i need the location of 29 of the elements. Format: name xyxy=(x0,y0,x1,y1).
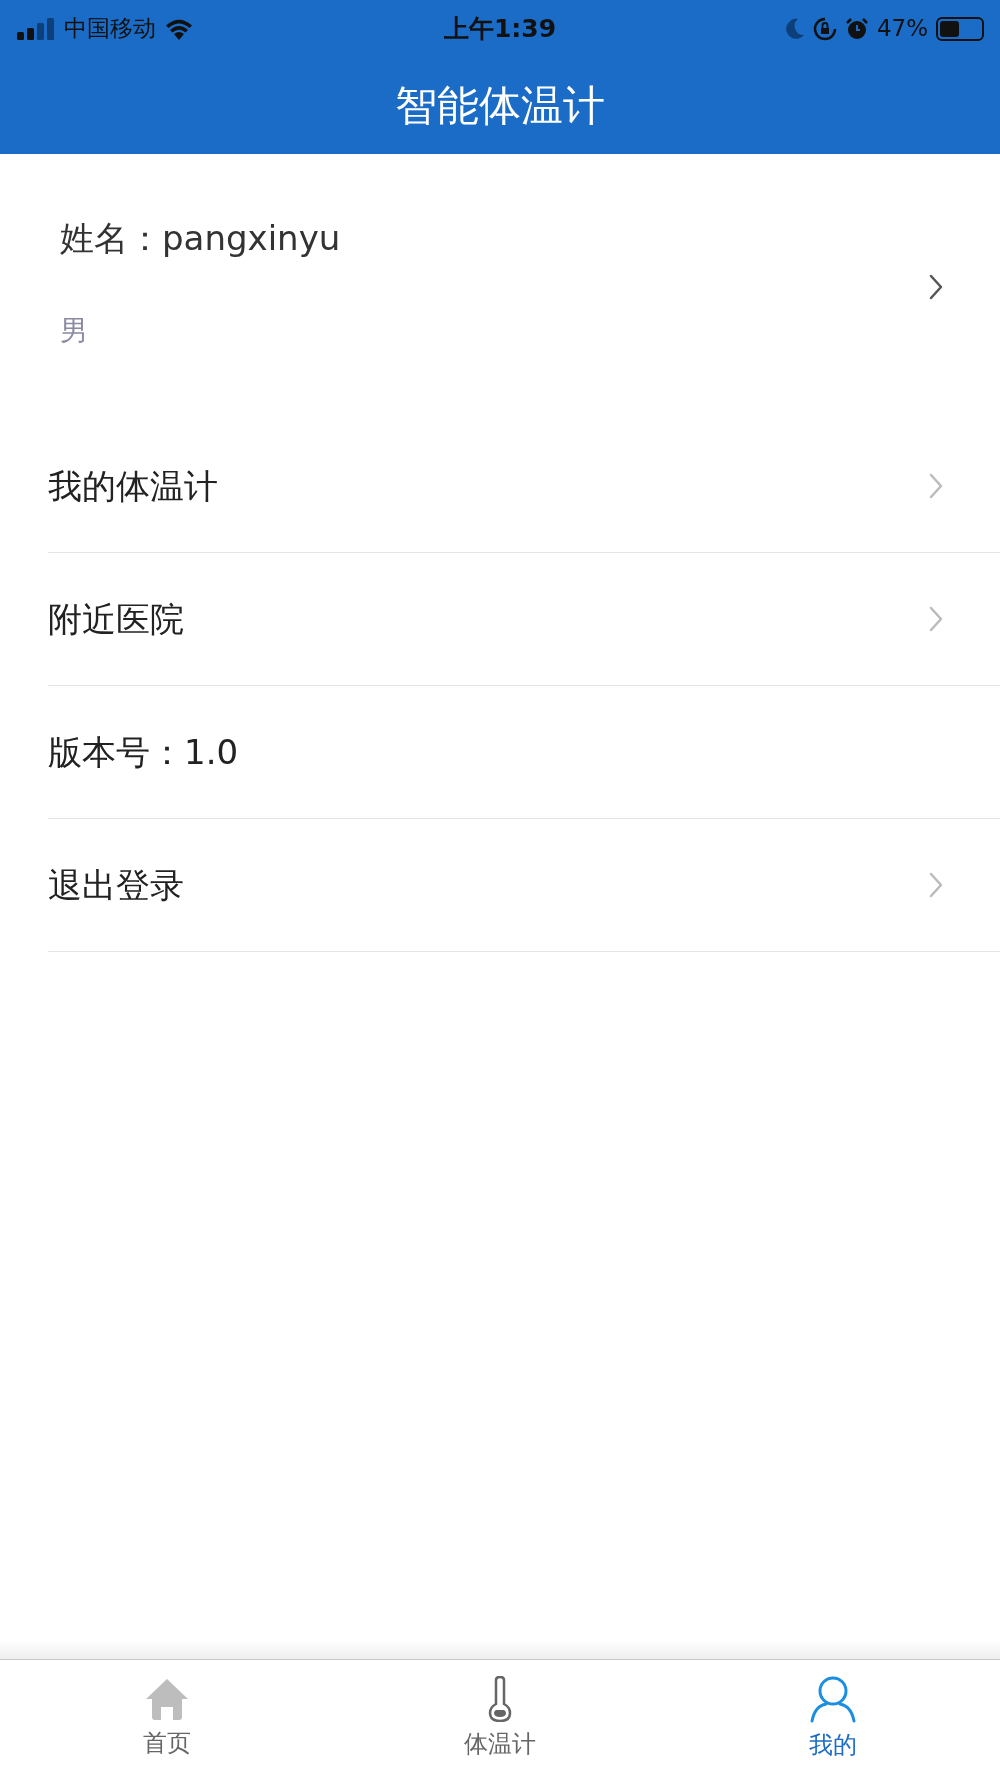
rotation-lock-icon xyxy=(812,16,837,41)
alarm-clock-icon xyxy=(844,16,869,41)
user-name: 姓名：pangxinyu xyxy=(60,216,342,260)
battery-percent: 47% xyxy=(876,14,928,44)
moon-icon xyxy=(784,17,805,40)
wifi-icon xyxy=(164,17,194,40)
signal-icon xyxy=(16,17,56,40)
menu-row[interactable]: 我的体温计 xyxy=(48,420,1000,553)
battery-icon xyxy=(936,16,984,41)
menu-label: 版本号：1.0 xyxy=(48,730,240,774)
chevron-right-icon xyxy=(928,472,944,500)
menu-row[interactable]: 附近医院 xyxy=(48,553,1000,686)
menu-row[interactable]: 退出登录 xyxy=(48,819,1000,952)
tab-item[interactable]: 体温计 xyxy=(333,1660,667,1778)
tab-item[interactable]: 我的 xyxy=(666,1660,1000,1778)
page-title: 智能体温计 xyxy=(395,80,605,132)
carrier-name: 中国移动 xyxy=(64,14,156,44)
profile-card[interactable]: 姓名：pangxinyu 男 xyxy=(0,154,1000,420)
clock-time: 上午1:39 xyxy=(443,12,557,45)
tab-item[interactable]: 首页 xyxy=(0,1660,334,1778)
user-gender: 男 xyxy=(60,312,89,349)
menu-label: 退出登录 xyxy=(48,863,185,907)
chevron-right-icon xyxy=(928,605,944,633)
menu-label: 附近医院 xyxy=(48,597,185,641)
chevron-right-icon xyxy=(928,273,944,301)
chevron-right-icon xyxy=(928,871,944,899)
thermometer-icon xyxy=(487,1676,513,1722)
menu-label: 我的体温计 xyxy=(48,464,219,508)
user-icon xyxy=(809,1675,858,1723)
